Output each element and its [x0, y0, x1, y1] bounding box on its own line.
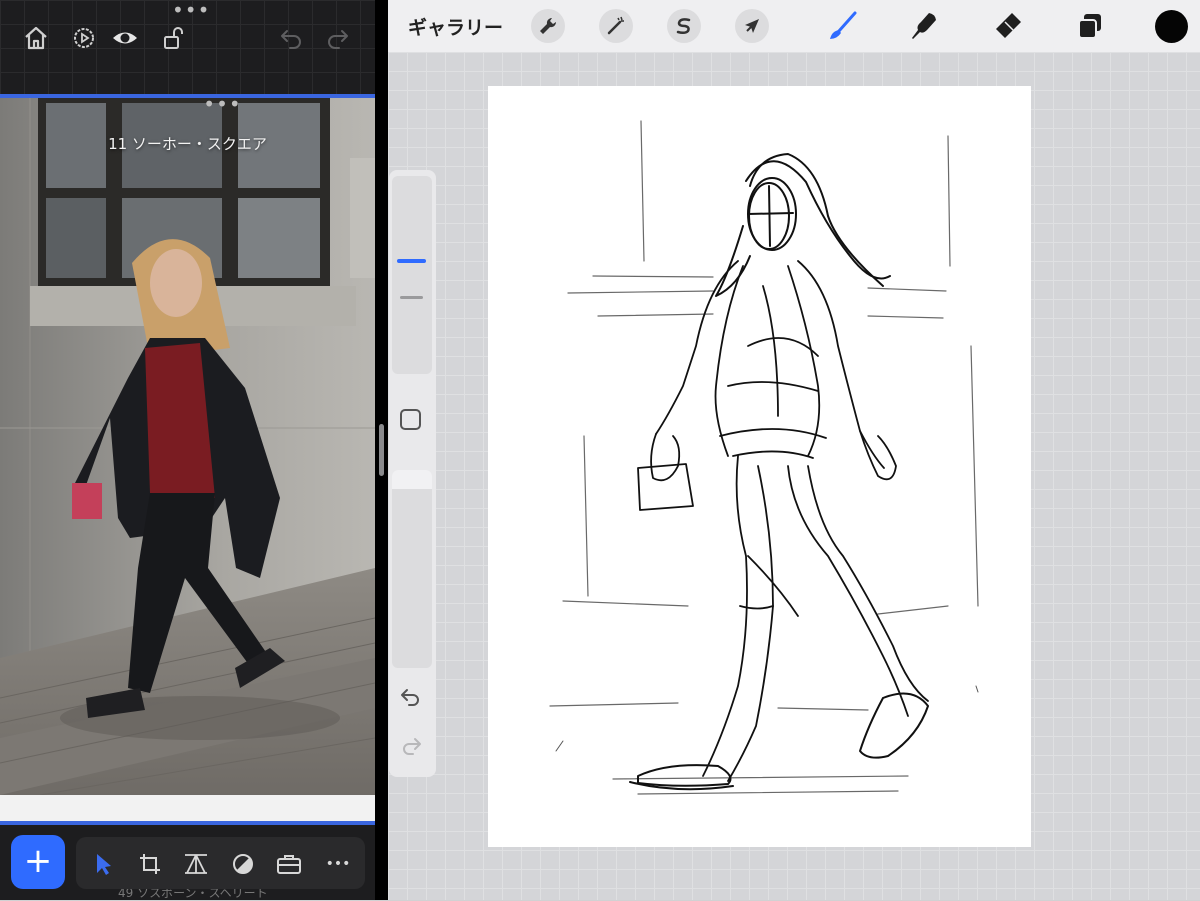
- home-icon[interactable]: [22, 24, 50, 52]
- eraser-icon[interactable]: [991, 9, 1025, 43]
- reference-photo[interactable]: [0, 98, 375, 795]
- brush-size-slider[interactable]: [392, 176, 432, 374]
- settings-play-icon[interactable]: [70, 24, 98, 52]
- brush-icon[interactable]: [826, 9, 860, 43]
- brush-size-thumb[interactable]: [397, 259, 426, 263]
- add-button[interactable]: +: [11, 835, 65, 889]
- contrast-icon[interactable]: [230, 851, 256, 877]
- modify-button[interactable]: [400, 409, 421, 430]
- layers-icon[interactable]: [1073, 9, 1107, 43]
- eye-icon[interactable]: [111, 24, 139, 52]
- brush-size-mark: [400, 296, 423, 299]
- briefcase-icon[interactable]: [276, 851, 302, 877]
- s-curve-icon[interactable]: [667, 9, 701, 43]
- reference-tool-pill: [76, 837, 365, 889]
- photo-caption: 11 ソーホー・スクエア: [108, 135, 267, 153]
- more-icon[interactable]: •••: [325, 851, 351, 877]
- redo-icon[interactable]: [324, 24, 352, 52]
- crop-icon[interactable]: [137, 851, 163, 877]
- wrench-icon[interactable]: [531, 9, 565, 43]
- photo-bottom-strip: [0, 795, 375, 821]
- drawing-canvas[interactable]: [488, 86, 1031, 847]
- opacity-slider[interactable]: [392, 470, 432, 668]
- split-view-handle[interactable]: [379, 424, 384, 476]
- perspective-icon[interactable]: [183, 851, 209, 877]
- smudge-icon[interactable]: [908, 9, 942, 43]
- color-swatch[interactable]: [1155, 10, 1188, 43]
- gallery-button[interactable]: ギャラリー: [408, 13, 503, 40]
- magic-wand-icon[interactable]: [599, 9, 633, 43]
- arrow-cursor-icon[interactable]: [735, 9, 769, 43]
- pane-handle-dots[interactable]: •••: [172, 0, 209, 20]
- sidebar-redo-icon[interactable]: [399, 735, 423, 759]
- select-arrow-icon[interactable]: [90, 851, 116, 877]
- sidebar-undo-icon[interactable]: [399, 686, 423, 710]
- sketch-drawing: [549, 120, 979, 795]
- opacity-thumb[interactable]: [392, 470, 432, 489]
- unlock-icon[interactable]: [159, 24, 187, 52]
- undo-icon[interactable]: [277, 24, 305, 52]
